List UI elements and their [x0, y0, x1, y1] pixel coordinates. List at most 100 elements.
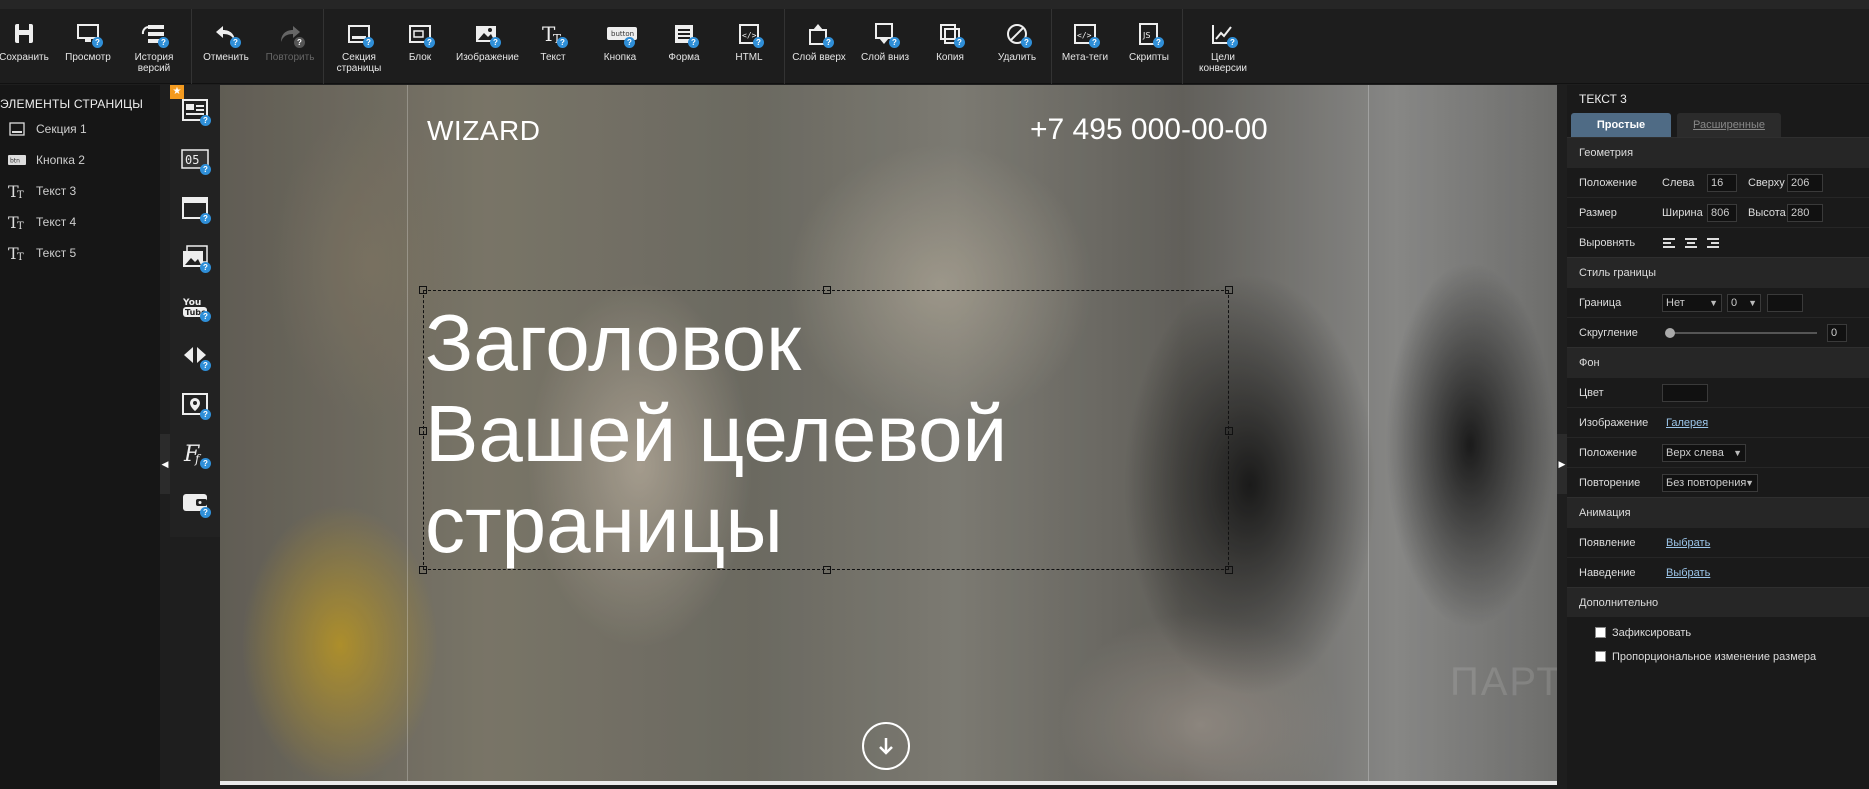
row-radius: Скругление: [1567, 317, 1869, 347]
radius-slider-track[interactable]: [1667, 332, 1817, 334]
undo-icon: ?: [213, 22, 241, 48]
tab-advanced[interactable]: Расширенные: [1677, 113, 1781, 137]
section-geometry[interactable]: Геометрия: [1567, 137, 1869, 167]
gallery-link[interactable]: Галерея: [1666, 417, 1708, 429]
redo-icon: ?: [277, 22, 305, 48]
chevron-down-icon: ▼: [1733, 448, 1742, 458]
section-background[interactable]: Фон: [1567, 347, 1869, 377]
border-color-input[interactable]: [1767, 294, 1803, 312]
block-button[interactable]: ? Блок: [390, 22, 450, 80]
preview-button[interactable]: ? Просмотр: [58, 22, 118, 80]
background-position-select[interactable]: Верх слева ▼: [1662, 444, 1746, 462]
conversion-goals-button[interactable]: ? Цели конверсии: [1193, 22, 1253, 80]
form-button[interactable]: ? Форма: [654, 22, 714, 80]
meta-tags-button[interactable]: </>? Мета-теги: [1055, 22, 1115, 80]
chevron-down-icon: ▼: [1748, 298, 1757, 308]
layout-guide-right: [1368, 85, 1369, 785]
height-input[interactable]: [1787, 204, 1823, 222]
position-left-input[interactable]: [1707, 174, 1737, 192]
align-right-icon[interactable]: [1705, 235, 1721, 251]
width-input[interactable]: [1707, 204, 1737, 222]
text-icon: TT?: [540, 22, 568, 48]
widget-gallery[interactable]: ?: [178, 240, 212, 274]
top-toolbar: Сохранить ? Просмотр ? История версий ? …: [0, 0, 1869, 84]
redo-button[interactable]: ? Повторить: [260, 22, 320, 80]
position-top-input[interactable]: [1787, 174, 1823, 192]
section-animation[interactable]: Анимация: [1567, 497, 1869, 527]
text-button[interactable]: TT? Текст: [523, 22, 583, 80]
resize-handle-top-left[interactable]: [419, 286, 427, 294]
page-elements-title: ЭЛЕМЕНТЫ СТРАНИЦЫ: [0, 97, 144, 111]
section-extra[interactable]: Дополнительно: [1567, 587, 1869, 617]
undo-button[interactable]: ? Отменить: [196, 22, 256, 80]
phone-number-text[interactable]: +7 495 000-00-00: [1030, 113, 1268, 147]
widget-column: ★ ? 05 ? ? ? You Tube ? ? ? Ff ? ?: [170, 85, 220, 537]
layer-up-button[interactable]: ? Слой вверх: [789, 22, 849, 80]
svg-text:T: T: [17, 190, 24, 200]
background-repeat-select[interactable]: Без повторения ▼: [1662, 474, 1758, 492]
scroll-down-button[interactable]: [862, 722, 910, 770]
resize-handle-top[interactable]: [823, 286, 831, 294]
fix-checkbox[interactable]: [1595, 627, 1606, 638]
button-icon: btn: [6, 151, 28, 169]
border-style-select[interactable]: Нет ▼: [1662, 294, 1722, 312]
script-icon: JS?: [1136, 22, 1164, 48]
editor-canvas[interactable]: WIZARD +7 495 000-00-00 Заголовок Вашей …: [220, 85, 1557, 785]
save-button[interactable]: Сохранить: [0, 22, 54, 80]
border-width-select[interactable]: 0 ▼: [1727, 294, 1761, 312]
svg-text:btn: btn: [10, 158, 20, 165]
svg-text:T: T: [17, 252, 24, 262]
widget-youtube[interactable]: You Tube ?: [178, 289, 212, 323]
resize-handle-bottom-right[interactable]: [1225, 566, 1233, 574]
widget-wallet[interactable]: ?: [178, 485, 212, 519]
element-item-text-3[interactable]: TT Текст 3: [6, 180, 76, 202]
radius-input[interactable]: [1827, 324, 1847, 342]
image-button[interactable]: ? Изображение: [456, 22, 519, 80]
row-color: Цвет: [1567, 377, 1869, 407]
svg-text:JS: JS: [1142, 31, 1150, 40]
element-item-button-2[interactable]: btn Кнопка 2: [6, 149, 85, 171]
collapse-left-panel-button[interactable]: ◀: [160, 434, 170, 494]
chevron-down-icon: ▼: [1709, 298, 1718, 308]
widget-form-block[interactable]: ?: [178, 93, 212, 127]
background-color-input[interactable]: [1662, 384, 1708, 402]
toolbar-separator: [323, 9, 324, 84]
history-button[interactable]: ? История версий: [124, 22, 184, 80]
appear-select-link[interactable]: Выбрать: [1666, 537, 1710, 549]
radius-slider-knob[interactable]: [1665, 328, 1675, 338]
resize-handle-top-right[interactable]: [1225, 286, 1233, 294]
chevron-right-icon: ▶: [1558, 458, 1566, 469]
button-button[interactable]: button? Кнопка: [590, 22, 650, 80]
widget-window[interactable]: ?: [178, 191, 212, 225]
page-elements-panel: ЭЛЕМЕНТЫ СТРАНИЦЫ Секция 1 btn Кнопка 2 …: [0, 85, 160, 789]
hover-select-link[interactable]: Выбрать: [1666, 567, 1710, 579]
collapse-right-panel-button[interactable]: ▶: [1557, 434, 1567, 494]
section-button[interactable]: ? Секция страницы: [329, 22, 389, 80]
html-button[interactable]: </>? HTML: [719, 22, 779, 80]
row-align: Выровнять: [1567, 227, 1869, 257]
widget-counter[interactable]: 05 ?: [178, 142, 212, 176]
toolbar-separator: [191, 9, 192, 84]
widget-font[interactable]: Ff ?: [178, 436, 212, 470]
tab-simple[interactable]: Простые: [1571, 113, 1671, 137]
scripts-button[interactable]: JS? Скрипты: [1119, 22, 1179, 80]
align-left-icon[interactable]: [1661, 235, 1677, 251]
resize-handle-bottom[interactable]: [823, 566, 831, 574]
row-position: Положение Слева Сверху: [1567, 167, 1869, 197]
layer-down-button[interactable]: ? Слой вниз: [855, 22, 915, 80]
align-center-icon[interactable]: [1683, 235, 1699, 251]
resize-handle-bottom-left[interactable]: [419, 566, 427, 574]
copy-button[interactable]: ? Копия: [920, 22, 980, 80]
element-item-text-4[interactable]: TT Текст 4: [6, 211, 76, 233]
element-item-text-5[interactable]: TT Текст 5: [6, 242, 76, 264]
element-item-section-1[interactable]: Секция 1: [6, 118, 87, 140]
resize-handle-left[interactable]: [419, 427, 427, 435]
section-border-style[interactable]: Стиль границы: [1567, 257, 1869, 287]
brand-logo-text[interactable]: WIZARD: [427, 115, 540, 147]
proportional-resize-checkbox[interactable]: [1595, 651, 1606, 662]
widget-map[interactable]: ?: [178, 387, 212, 421]
widget-slider[interactable]: ?: [178, 338, 212, 372]
resize-handle-right[interactable]: [1225, 427, 1233, 435]
watermark: ПАРТНЕРКИН: [1450, 660, 1557, 704]
delete-button[interactable]: ? Удалить: [987, 22, 1047, 80]
